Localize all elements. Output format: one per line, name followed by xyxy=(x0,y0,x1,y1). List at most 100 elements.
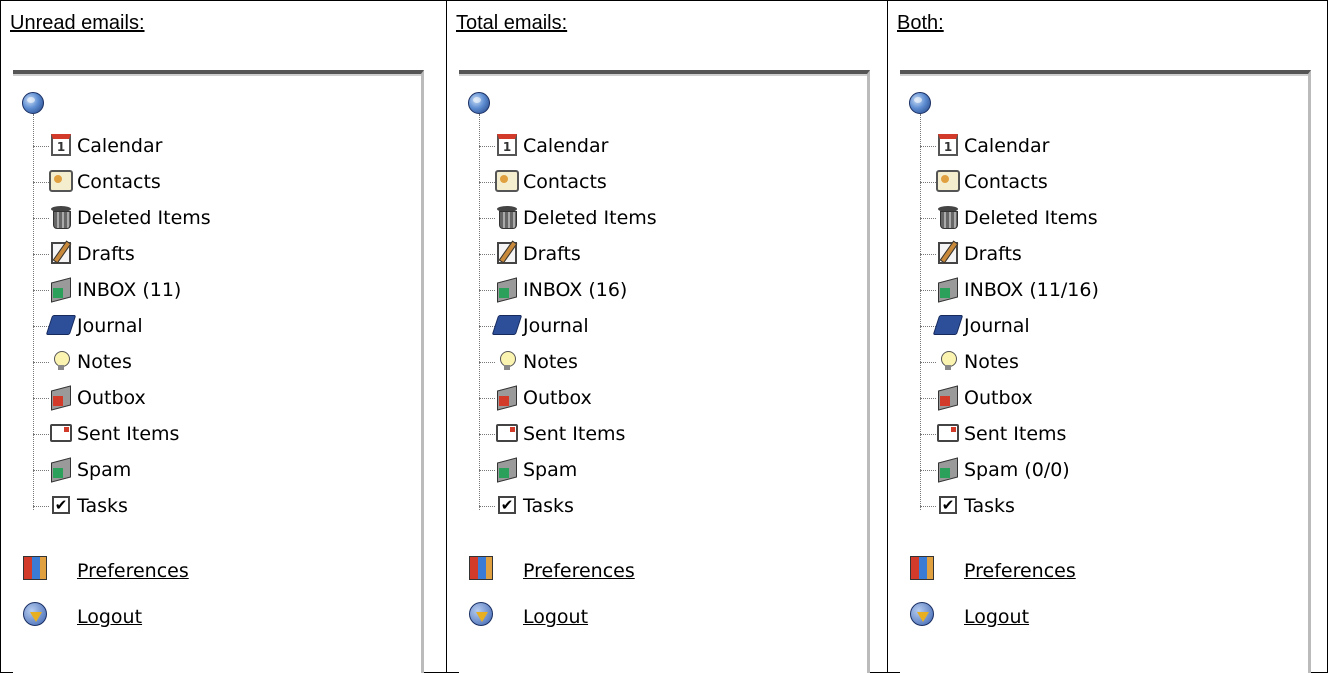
tree-branch xyxy=(33,506,49,507)
logout-link[interactable]: Logout xyxy=(77,606,142,628)
folder-label[interactable]: Sent Items xyxy=(77,423,179,445)
drafts-icon xyxy=(936,241,960,265)
folder-item[interactable]: INBOX (16) xyxy=(459,272,859,308)
folder-label[interactable]: Tasks xyxy=(523,495,574,517)
folder-label[interactable]: Contacts xyxy=(964,171,1048,193)
folder-item[interactable]: Contacts xyxy=(459,164,859,200)
folder-label[interactable]: Journal xyxy=(77,315,143,337)
folder-label[interactable]: Calendar xyxy=(523,135,608,157)
logout-link[interactable]: Logout xyxy=(523,606,588,628)
folder-item[interactable]: Notes xyxy=(13,344,413,380)
sent-icon xyxy=(495,421,519,445)
folder-item[interactable]: Outbox xyxy=(900,380,1300,416)
folder-item[interactable]: 1 Calendar xyxy=(459,128,859,164)
folder-label[interactable]: Drafts xyxy=(964,243,1022,265)
folder-item[interactable]: Journal xyxy=(900,308,1300,344)
folder-item[interactable]: Contacts xyxy=(13,164,413,200)
folder-label[interactable]: Journal xyxy=(523,315,589,337)
folder-item[interactable]: Outbox xyxy=(13,380,413,416)
folder-label[interactable]: Deleted Items xyxy=(77,207,211,229)
folder-label[interactable]: Notes xyxy=(964,351,1019,373)
globe-icon[interactable] xyxy=(22,92,44,114)
folder-label[interactable]: Notes xyxy=(523,351,578,373)
folder-label[interactable]: INBOX (11/16) xyxy=(964,279,1099,301)
folder-label[interactable]: Calendar xyxy=(964,135,1049,157)
preferences-row[interactable]: Preferences xyxy=(459,552,859,588)
folder-label[interactable]: Deleted Items xyxy=(523,207,657,229)
tree-branch xyxy=(920,182,936,183)
folder-label[interactable]: Outbox xyxy=(77,387,146,409)
folder-label[interactable]: Contacts xyxy=(523,171,607,193)
folder-item[interactable]: Notes xyxy=(900,344,1300,380)
tree-branch xyxy=(920,506,936,507)
globe-icon[interactable] xyxy=(468,92,490,114)
folder-label[interactable]: INBOX (16) xyxy=(523,279,627,301)
outbox-icon xyxy=(495,385,519,409)
folder-item[interactable]: Journal xyxy=(459,308,859,344)
folder-label[interactable]: Deleted Items xyxy=(964,207,1098,229)
tree-branch xyxy=(33,182,49,183)
folder-item[interactable]: ✔ Tasks xyxy=(900,488,1300,524)
logout-row[interactable]: Logout xyxy=(459,598,859,634)
globe-icon[interactable] xyxy=(909,92,931,114)
journal-icon xyxy=(45,313,77,337)
folder-item[interactable]: Drafts xyxy=(900,236,1300,272)
folder-item[interactable]: ✔ Tasks xyxy=(13,488,413,524)
folder-label[interactable]: Tasks xyxy=(964,495,1015,517)
outbox-icon xyxy=(936,385,960,409)
folder-label[interactable]: Spam xyxy=(523,459,577,481)
folder-item[interactable]: Deleted Items xyxy=(900,200,1300,236)
folder-item[interactable]: Spam xyxy=(459,452,859,488)
logout-row[interactable]: Logout xyxy=(13,598,413,634)
preferences-link[interactable]: Preferences xyxy=(964,560,1076,582)
preferences-row[interactable]: Preferences xyxy=(900,552,1300,588)
folder-label[interactable]: Drafts xyxy=(77,243,135,265)
tree-branch xyxy=(479,434,495,435)
folder-label[interactable]: Notes xyxy=(77,351,132,373)
folder-item[interactable]: 1 Calendar xyxy=(13,128,413,164)
folder-label[interactable]: Contacts xyxy=(77,171,161,193)
folder-label[interactable]: Calendar xyxy=(77,135,162,157)
tree-branch xyxy=(479,362,495,363)
tasks-icon: ✔ xyxy=(49,493,73,517)
folder-item[interactable]: Outbox xyxy=(459,380,859,416)
column: Both: 1 Calendar Contacts Deleted Items … xyxy=(888,0,1329,673)
folder-item[interactable]: Drafts xyxy=(13,236,413,272)
folder-item[interactable]: Drafts xyxy=(459,236,859,272)
folder-item[interactable]: INBOX (11/16) xyxy=(900,272,1300,308)
folder-label[interactable]: Outbox xyxy=(523,387,592,409)
trash-icon xyxy=(936,205,960,229)
preferences-link[interactable]: Preferences xyxy=(523,560,635,582)
logout-link[interactable]: Logout xyxy=(964,606,1029,628)
folder-item[interactable]: Sent Items xyxy=(459,416,859,452)
folder-item[interactable]: Notes xyxy=(459,344,859,380)
folder-label[interactable]: Drafts xyxy=(523,243,581,265)
spam-icon xyxy=(49,457,73,481)
folder-label[interactable]: Spam xyxy=(77,459,131,481)
folder-item[interactable]: INBOX (11) xyxy=(13,272,413,308)
folder-label[interactable]: Outbox xyxy=(964,387,1033,409)
folder-item[interactable]: Spam xyxy=(13,452,413,488)
folder-item[interactable]: Sent Items xyxy=(900,416,1300,452)
tree-branch xyxy=(920,290,936,291)
tree-branch xyxy=(479,326,495,327)
folder-label[interactable]: Journal xyxy=(964,315,1030,337)
folder-label[interactable]: Spam (0/0) xyxy=(964,459,1070,481)
drafts-icon xyxy=(495,241,519,265)
folder-item[interactable]: 1 Calendar xyxy=(900,128,1300,164)
folder-label[interactable]: Tasks xyxy=(77,495,128,517)
folder-item[interactable]: Spam (0/0) xyxy=(900,452,1300,488)
folder-item[interactable]: Deleted Items xyxy=(459,200,859,236)
folder-label[interactable]: Sent Items xyxy=(523,423,625,445)
folder-label[interactable]: Sent Items xyxy=(964,423,1066,445)
preferences-link[interactable]: Preferences xyxy=(77,560,189,582)
folder-item[interactable]: Sent Items xyxy=(13,416,413,452)
folder-item[interactable]: Contacts xyxy=(900,164,1300,200)
logout-row[interactable]: Logout xyxy=(900,598,1300,634)
logout-icon xyxy=(469,602,495,628)
folder-item[interactable]: Deleted Items xyxy=(13,200,413,236)
folder-item[interactable]: ✔ Tasks xyxy=(459,488,859,524)
folder-label[interactable]: INBOX (11) xyxy=(77,279,181,301)
preferences-row[interactable]: Preferences xyxy=(13,552,413,588)
folder-item[interactable]: Journal xyxy=(13,308,413,344)
